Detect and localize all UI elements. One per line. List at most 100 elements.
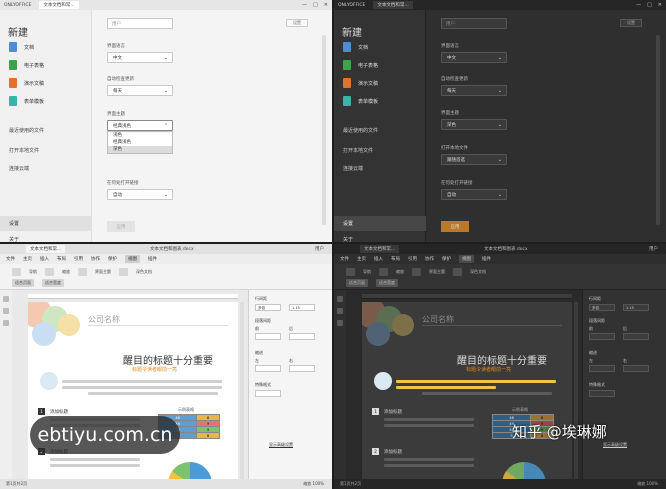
chat-icon[interactable] [3,320,9,326]
advanced-settings-link[interactable]: 显示高级设置 [269,442,293,448]
indent-left-input[interactable] [255,365,281,372]
theme-option-light[interactable]: 浅色 [108,132,172,139]
scrollbar[interactable] [240,302,244,489]
tab-view[interactable]: 视图 [459,255,474,263]
theme-select[interactable]: 经典浅色 ⌃ [107,120,173,131]
new-spreadsheet-item[interactable]: 电子表格 [9,60,44,70]
spacing-before-input[interactable] [589,333,615,340]
fit-page-button[interactable]: 适合页面 [346,279,368,287]
user-settings-button[interactable]: 设置 [620,19,642,27]
line-spacing-type[interactable]: 多倍 [589,304,615,311]
interface-theme-icon[interactable] [412,268,421,276]
about-link[interactable]: 关于 [9,236,19,242]
dark-document-icon[interactable] [453,268,462,276]
special-format-select[interactable] [255,390,281,397]
line-spacing-type[interactable]: 多倍 [255,304,281,311]
apply-button[interactable]: 应用 [107,221,135,232]
navigation-icon[interactable] [346,268,355,276]
recent-files-link[interactable]: 最近使用的文件 [9,127,44,134]
apply-button[interactable]: 应用 [441,221,469,232]
tab-collaboration[interactable]: 协作 [91,256,100,262]
comments-icon[interactable] [3,308,9,314]
comments-icon[interactable] [337,308,343,314]
document-tab[interactable]: 文本文档和常... [360,245,400,253]
spacing-after-input[interactable] [289,333,315,340]
new-presentation-item[interactable]: 演示文稿 [343,78,378,88]
new-presentation-item[interactable]: 演示文稿 [9,78,44,88]
tab-layout[interactable]: 布局 [391,256,400,262]
tab-protection[interactable]: 保护 [442,256,451,262]
zoom-icon[interactable] [45,268,54,276]
tab-plugins[interactable]: 插件 [482,256,491,262]
close-button[interactable]: ✕ [324,2,328,8]
settings-nav-item[interactable]: 设置 [0,216,92,231]
language-select[interactable]: 中文 ⌄ [441,52,507,63]
spacing-before-input[interactable] [255,333,281,340]
tab-plugins[interactable]: 插件 [148,256,157,262]
user-name-input[interactable]: 用户 [441,18,507,29]
theme-option-classic-light[interactable]: 经典浅色 [108,139,172,146]
tab-home[interactable]: 主页 [357,256,366,262]
new-form-item[interactable]: 表单模板 [343,96,378,106]
tab-insert[interactable]: 插入 [374,256,383,262]
minimize-button[interactable]: — [302,2,307,8]
theme-option-dark[interactable]: 深色 [108,146,172,153]
search-icon[interactable] [3,296,9,302]
indent-left-input[interactable] [589,365,615,372]
tab-view[interactable]: 视图 [125,255,140,263]
tab-home[interactable]: 主页 [23,256,32,262]
scrollbar[interactable] [322,35,326,225]
settings-nav-item[interactable]: 设置 [334,216,426,231]
scrollbar[interactable] [656,35,660,225]
tab-file[interactable]: 文件 [6,256,15,262]
about-link[interactable]: 关于 [343,236,353,242]
interface-theme-icon[interactable] [78,268,87,276]
open-local-select[interactable]: 跟随首选 ⌄ [441,154,507,165]
advanced-settings-link[interactable]: 显示高级设置 [603,442,627,448]
language-select[interactable]: 中文 ⌄ [107,52,173,63]
document-tab[interactable]: 文本文档和常... [39,1,79,9]
zoom-indicator[interactable]: 缩放 100% [303,481,324,487]
spacing-after-input[interactable] [623,333,649,340]
tab-file[interactable]: 文件 [340,256,349,262]
scrollbar[interactable] [574,302,578,489]
recent-files-link[interactable]: 最近使用的文件 [343,127,378,134]
chat-icon[interactable] [337,320,343,326]
update-check-select[interactable]: 每天 ⌄ [107,85,173,96]
special-format-select[interactable] [589,390,615,397]
new-form-item[interactable]: 表单模板 [9,96,44,106]
connect-cloud-link[interactable]: 连接云端 [9,165,29,172]
open-links-select[interactable]: 自动 ⌄ [441,189,507,200]
navigation-icon[interactable] [12,268,21,276]
tab-references[interactable]: 引用 [408,256,417,262]
new-document-item[interactable]: 文档 [9,42,34,52]
new-spreadsheet-item[interactable]: 电子表格 [343,60,378,70]
zoom-indicator[interactable]: 缩放 100% [637,481,658,487]
tab-insert[interactable]: 插入 [40,256,49,262]
user-name-input[interactable]: 用户 [107,18,173,29]
tab-collaboration[interactable]: 协作 [425,256,434,262]
indent-right-input[interactable] [289,365,315,372]
maximize-button[interactable]: □ [647,2,652,8]
search-icon[interactable] [337,296,343,302]
theme-select[interactable]: 深色 ⌄ [441,119,507,130]
line-spacing-value[interactable]: 1.15 [623,304,649,311]
line-spacing-value[interactable]: 1.15 [289,304,315,311]
maximize-button[interactable]: □ [313,2,318,8]
fit-width-button[interactable]: 适合宽度 [42,279,64,287]
document-tab[interactable]: 文本文档和常... [26,245,66,253]
connect-cloud-link[interactable]: 连接云端 [343,165,363,172]
new-document-item[interactable]: 文档 [343,42,368,52]
fit-width-button[interactable]: 适合宽度 [376,279,398,287]
open-local-link[interactable]: 打开本地文件 [343,147,373,154]
open-local-link[interactable]: 打开本地文件 [9,147,39,154]
tab-protection[interactable]: 保护 [108,256,117,262]
document-tab[interactable]: 文本文档和常... [373,1,413,9]
dark-document-icon[interactable] [119,268,128,276]
minimize-button[interactable]: — [636,2,641,8]
update-check-select[interactable]: 每天 ⌄ [441,85,507,96]
tab-layout[interactable]: 布局 [57,256,66,262]
fit-page-button[interactable]: 适合页面 [12,279,34,287]
close-button[interactable]: ✕ [658,2,662,8]
indent-right-input[interactable] [623,365,649,372]
